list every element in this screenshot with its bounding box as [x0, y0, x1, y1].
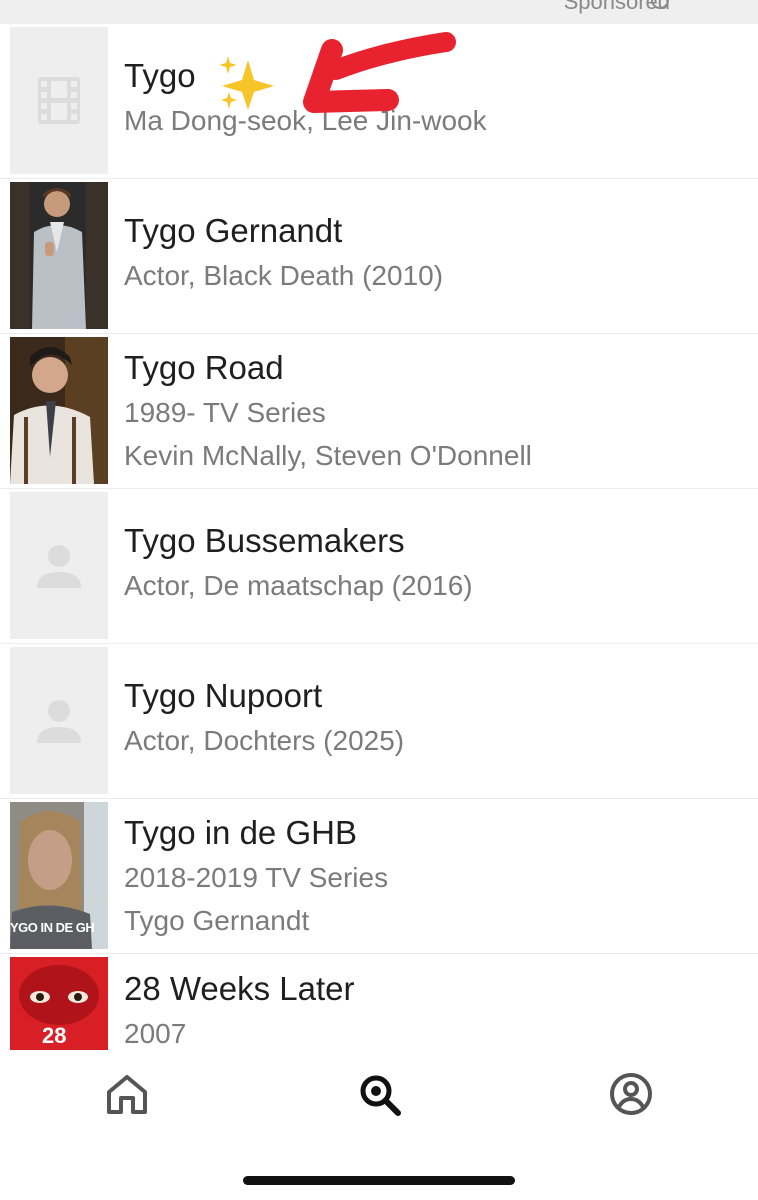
result-subtitle: Actor, De maatschap (2016)	[124, 570, 473, 601]
result-title: Tygo Gernandt	[124, 212, 343, 249]
result-subtitle: Actor, Black Death (2010)	[124, 260, 444, 291]
result-subtitle: 1989- TV Series	[124, 397, 326, 428]
thumbnail-caption: 28	[42, 1023, 67, 1048]
result-title: 28 Weeks Later	[124, 970, 355, 1007]
list-item[interactable]: 28 28 Weeks Later 2007	[0, 954, 758, 1054]
film-placeholder-icon	[10, 27, 108, 174]
list-item[interactable]: Tygo Ma Dong-seok, Lee Jin-wook	[0, 24, 758, 179]
result-thumbnail: YGO IN DE GH	[10, 802, 108, 949]
sparkles-emoji	[219, 56, 274, 110]
thumbnail-caption: YGO IN DE GH	[10, 920, 95, 935]
result-thumbnail	[10, 182, 108, 329]
home-icon[interactable]	[99, 1066, 155, 1122]
list-item[interactable]: Tygo Road 1989- TV Series Kevin McNally,…	[0, 334, 758, 489]
result-title: Tygo Nupoort	[124, 677, 323, 714]
result-title: Tygo in de GHB	[124, 814, 357, 851]
person-placeholder-icon	[10, 647, 108, 794]
list-item[interactable]: Tygo Bussemakers Actor, De maatschap (20…	[0, 489, 758, 644]
list-item[interactable]: YGO IN DE GH Tygo in de GHB 2018-2019 TV…	[0, 799, 758, 954]
result-title: Tygo Road	[124, 349, 284, 386]
account-icon[interactable]	[603, 1066, 659, 1122]
result-subtitle: 2007	[124, 1018, 187, 1049]
result-cast: Tygo Gernandt	[124, 905, 310, 936]
result-subtitle: Actor, Dochters (2025)	[124, 725, 405, 756]
result-thumbnail	[10, 337, 108, 484]
result-cast: Kevin McNally, Steven O'Donnell	[124, 440, 532, 471]
annotation-arrow	[303, 32, 456, 113]
search-results-list: Tygo Ma Dong-seok, Lee Jin-wook Tygo Ger…	[0, 24, 758, 1054]
list-item[interactable]: Tygo Nupoort Actor, Dochters (2025)	[0, 644, 758, 799]
search-icon[interactable]	[351, 1066, 407, 1122]
person-placeholder-icon	[10, 492, 108, 639]
result-title: Tygo Bussemakers	[124, 522, 405, 559]
result-subtitle: 2018-2019 TV Series	[124, 862, 389, 893]
bottom-tab-bar	[0, 1050, 758, 1200]
list-item[interactable]: Tygo Gernandt Actor, Black Death (2010)	[0, 179, 758, 334]
sponsored-banner: Sponsored	[0, 0, 758, 24]
home-indicator	[243, 1176, 515, 1185]
result-thumbnail: 28	[10, 957, 108, 1051]
